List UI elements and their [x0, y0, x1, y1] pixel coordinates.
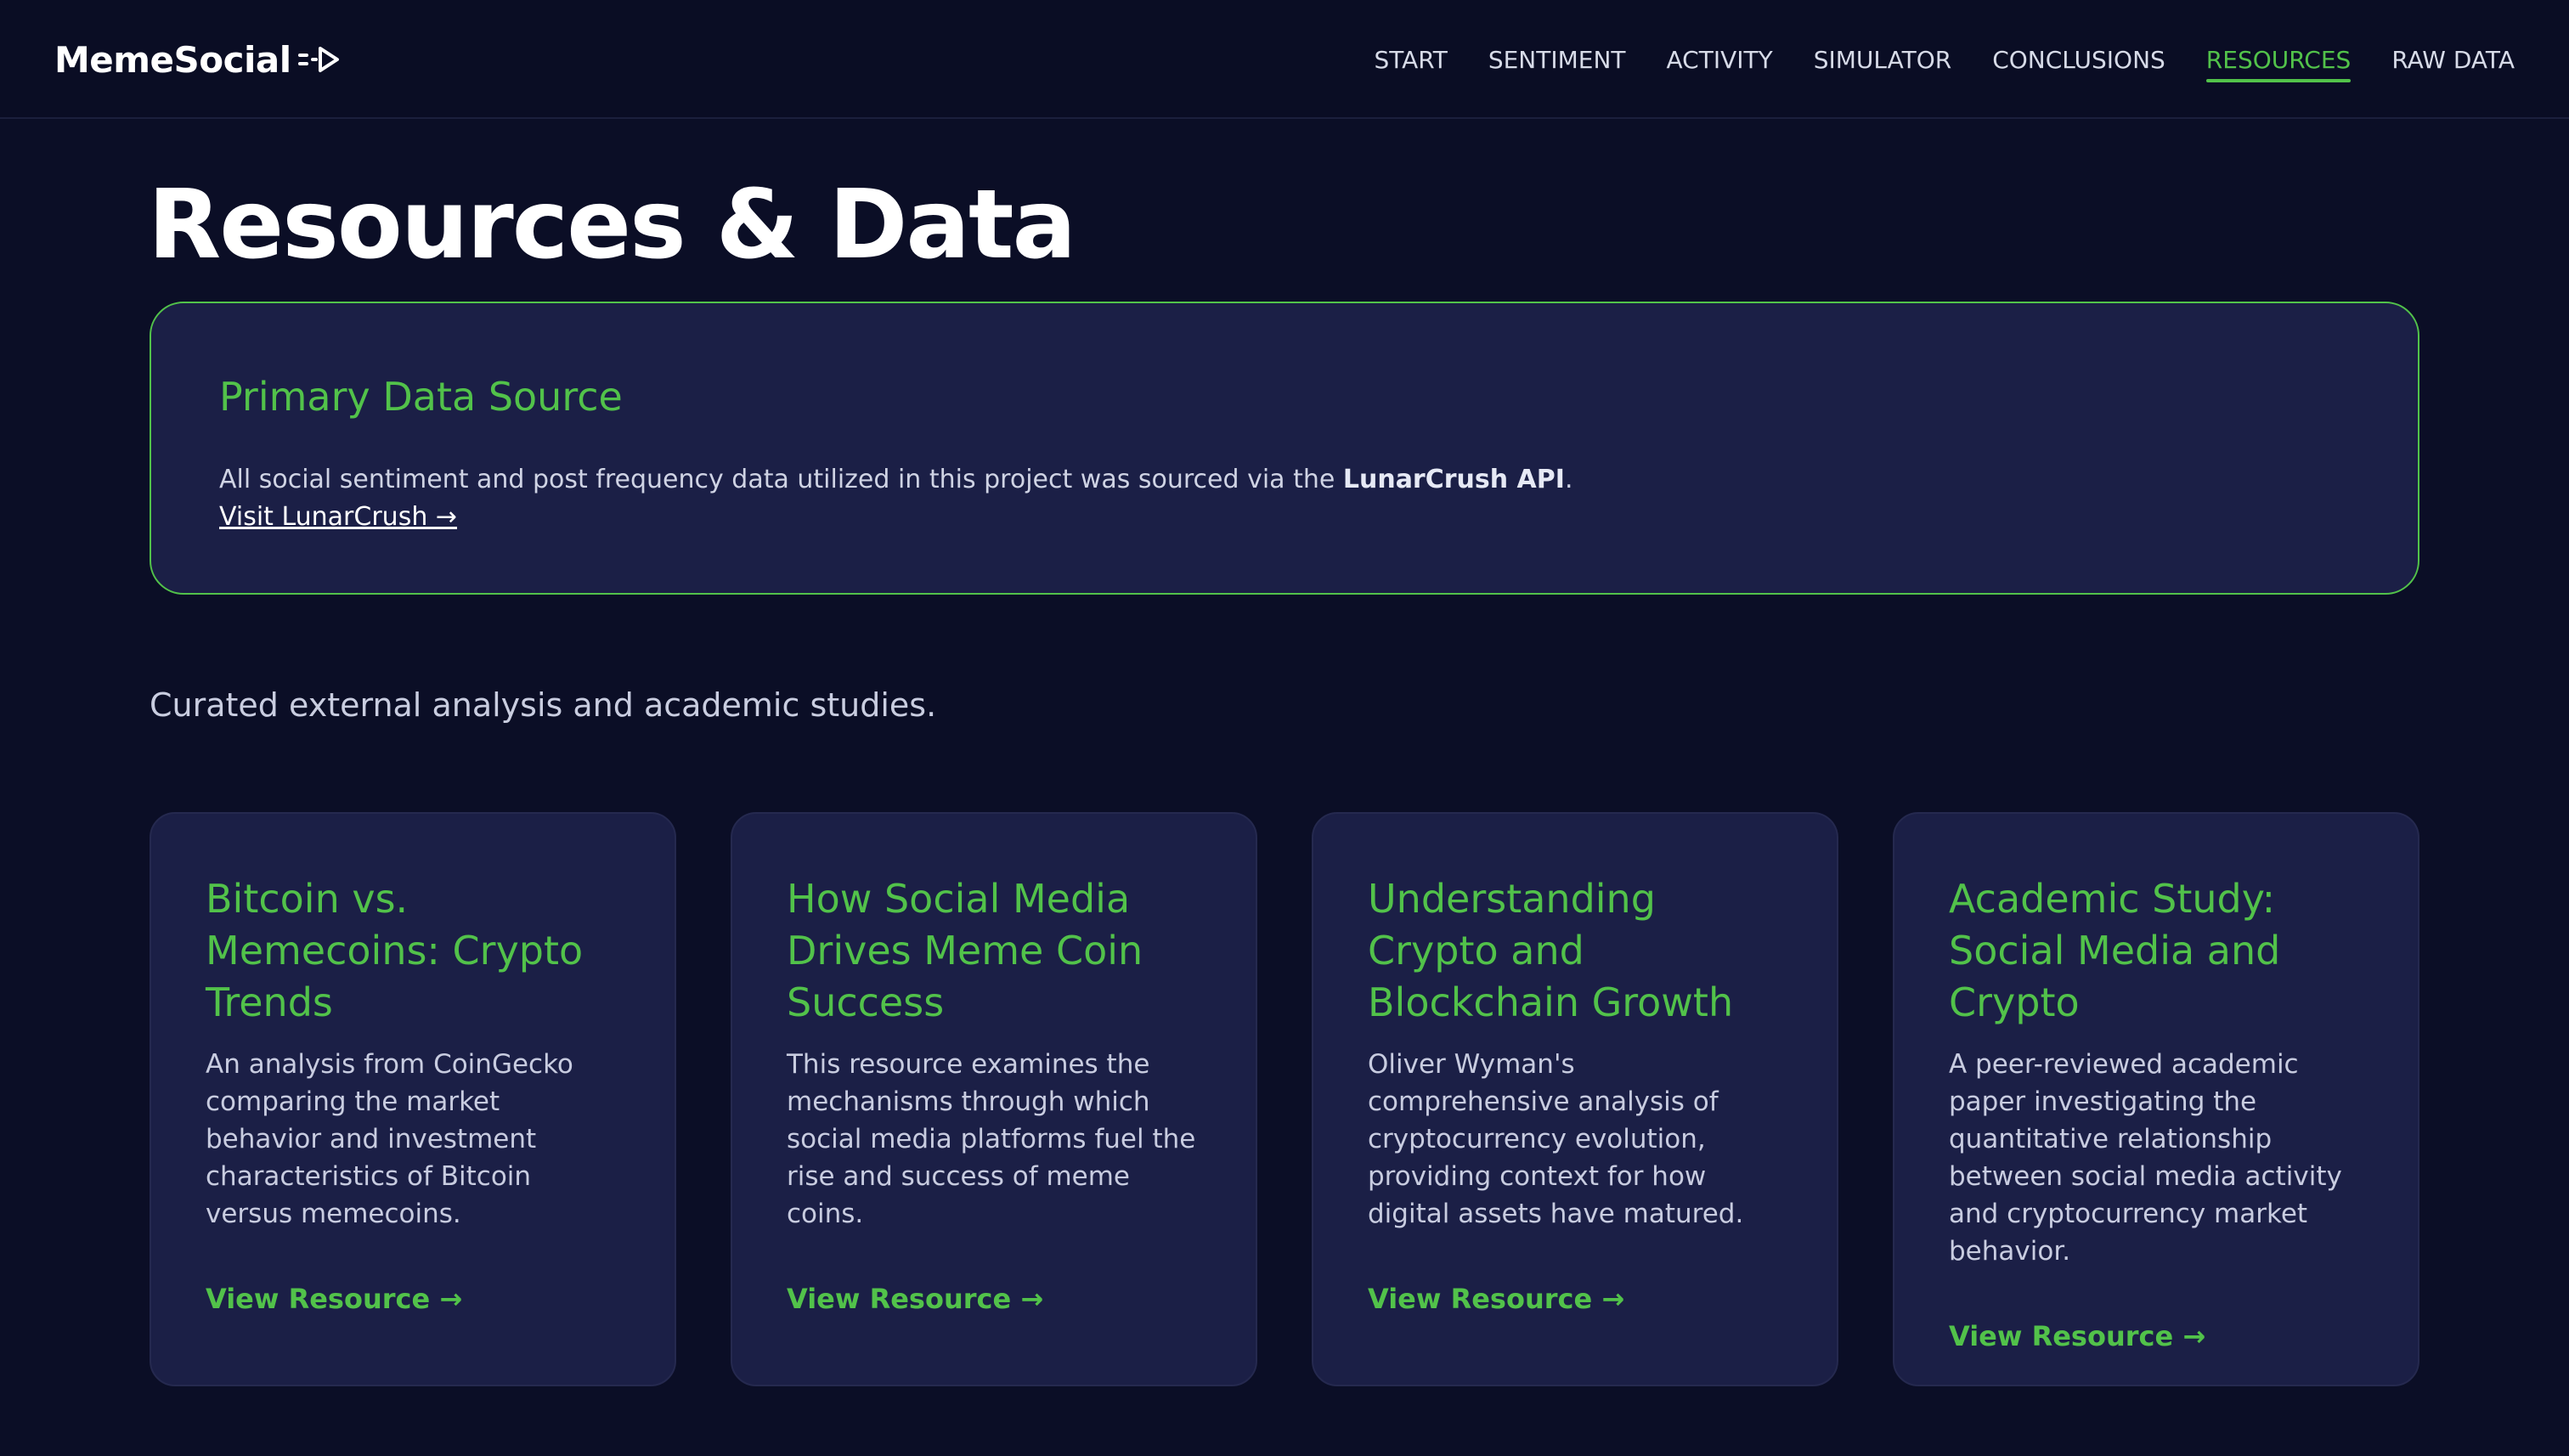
resource-card-title: Academic Study: Social Media and Crypto — [1949, 876, 2281, 1025]
resource-cards: Bitcoin vs. Memecoins: Crypto Trends An … — [150, 812, 2419, 1386]
view-resource-link[interactable]: View Resource → — [1368, 1280, 1624, 1318]
view-resource-link[interactable]: View Resource → — [206, 1280, 462, 1318]
visit-lunarcrush-link[interactable]: Visit LunarCrush → — [219, 499, 457, 536]
top-navbar: MemeSocial START SENTIMENT ACTIVITY SIMU… — [0, 0, 2569, 119]
resource-card-description: An analysis from CoinGecko comparing the… — [206, 1049, 573, 1229]
nav-simulator[interactable]: SIMULATOR — [1814, 37, 1952, 82]
resource-card-description: A peer-reviewed academic paper investiga… — [1949, 1049, 2342, 1267]
page-title: Resources & Data — [148, 170, 1076, 280]
resource-card-title: How Social Media Drives Meme Coin Succes… — [787, 876, 1143, 1025]
arrow-play-icon — [296, 45, 341, 74]
primary-source-text: All social sentiment and post frequency … — [219, 465, 1343, 494]
nav-conclusions[interactable]: CONCLUSIONS — [1992, 37, 2165, 82]
resource-card: Bitcoin vs. Memecoins: Crypto Trends An … — [150, 812, 676, 1386]
resource-card-title: Understanding Crypto and Blockchain Grow… — [1368, 876, 1734, 1025]
brand-name: MemeSocial — [54, 38, 291, 81]
resource-card-title: Bitcoin vs. Memecoins: Crypto Trends — [206, 876, 584, 1025]
resource-card-description: This resource examines the mechanisms th… — [787, 1049, 1196, 1229]
nav-raw-data[interactable]: RAW DATA — [2391, 37, 2515, 82]
resource-card: Academic Study: Social Media and Crypto … — [1893, 812, 2419, 1386]
nav-resources[interactable]: RESOURCES — [2205, 37, 2351, 82]
brand-logo-link[interactable]: MemeSocial — [54, 34, 341, 85]
primary-source-description: All social sentiment and post frequency … — [219, 461, 2350, 499]
resource-card-description: Oliver Wyman's comprehensive analysis of… — [1368, 1049, 1744, 1229]
primary-data-source-panel: Primary Data Source All social sentiment… — [150, 302, 2419, 595]
view-resource-link[interactable]: View Resource → — [1949, 1318, 2205, 1355]
nav-sentiment[interactable]: SENTIMENT — [1488, 37, 1626, 82]
nav-activity[interactable]: ACTIVITY — [1667, 37, 1773, 82]
main-nav: START SENTIMENT ACTIVITY SIMULATOR CONCL… — [1374, 0, 2515, 119]
resources-subtitle: Curated external analysis and academic s… — [150, 686, 937, 724]
primary-source-title: Primary Data Source — [219, 374, 623, 420]
resource-card: Understanding Crypto and Blockchain Grow… — [1312, 812, 1838, 1386]
resource-card: How Social Media Drives Meme Coin Succes… — [731, 812, 1257, 1386]
view-resource-link[interactable]: View Resource → — [787, 1280, 1043, 1318]
primary-source-highlight: LunarCrush API — [1342, 465, 1565, 494]
primary-source-text-end: . — [1564, 465, 1573, 494]
nav-start[interactable]: START — [1374, 37, 1447, 82]
